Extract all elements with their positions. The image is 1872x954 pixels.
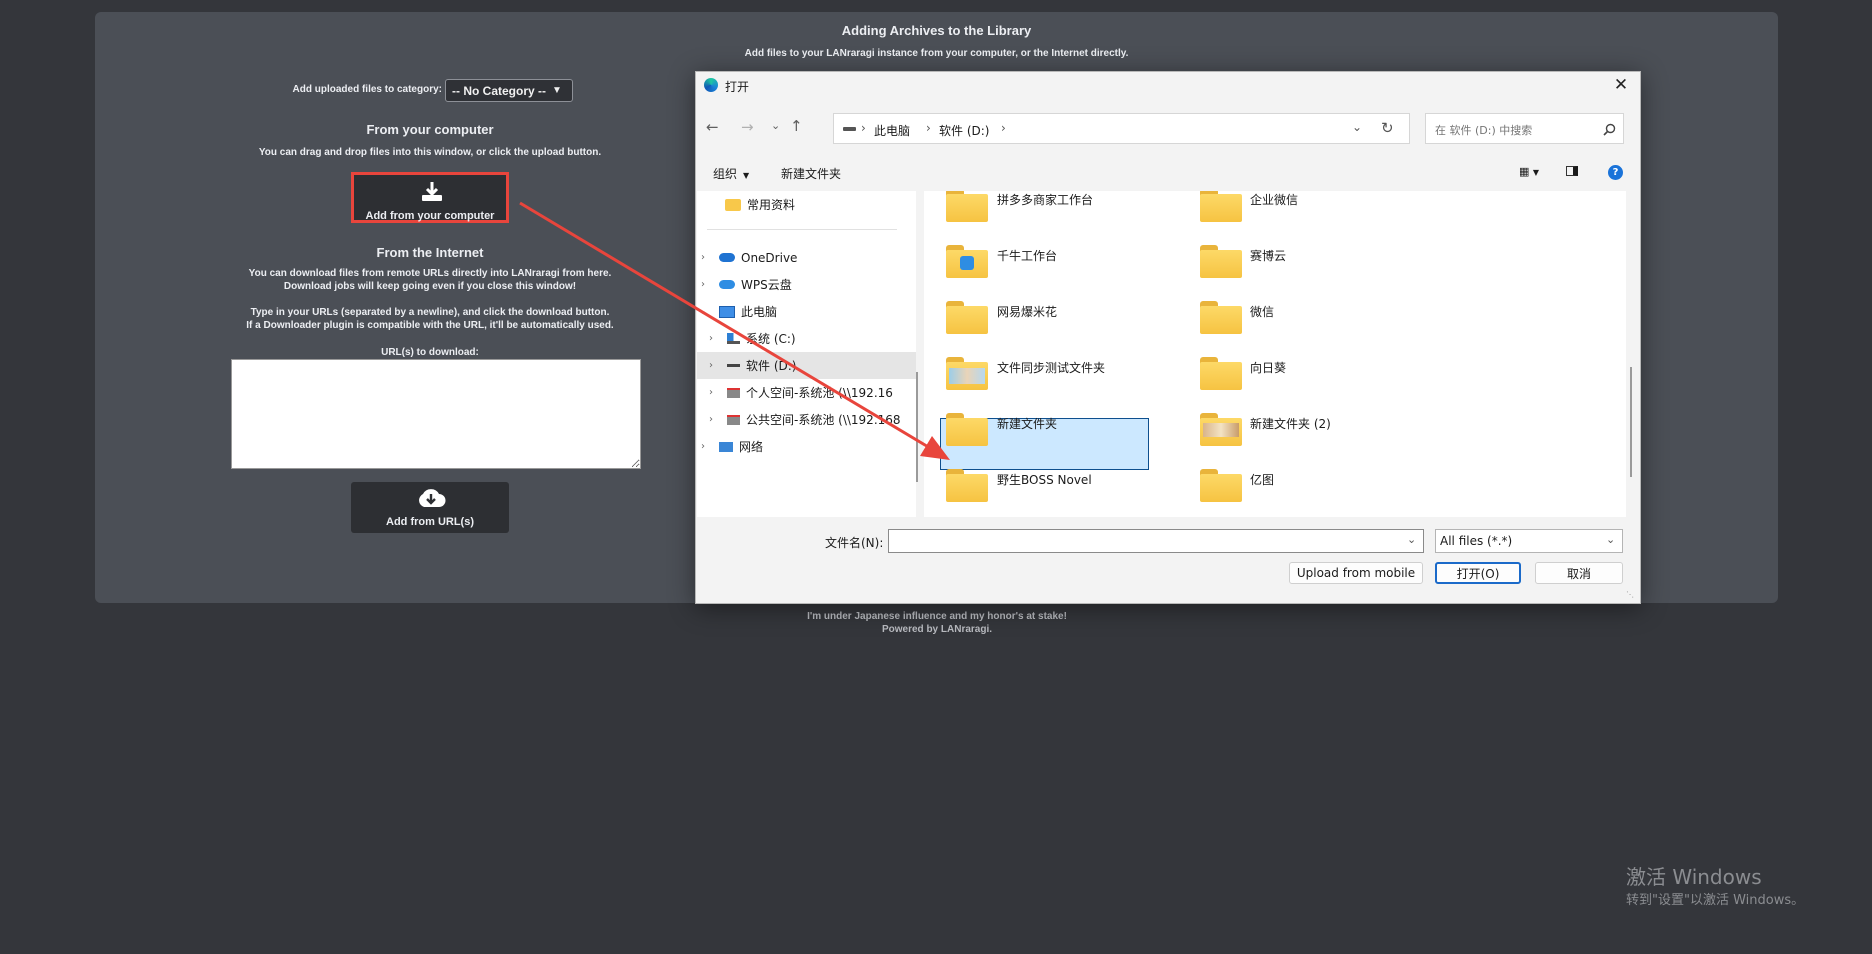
activate-windows-hint: 转到"设置"以激活 Windows。 [1626,893,1805,908]
annotation-arrow [519,201,950,460]
arrow-head-icon [920,436,950,460]
activate-windows-title: 激活 Windows [1626,865,1762,889]
